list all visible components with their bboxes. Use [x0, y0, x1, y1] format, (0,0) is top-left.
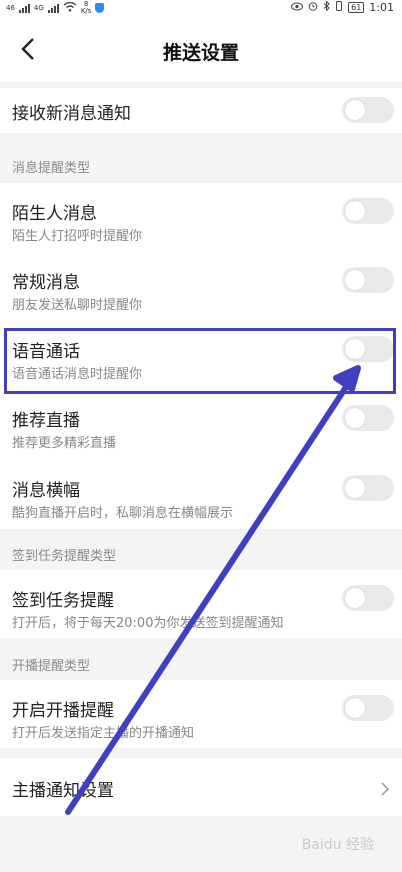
annotation-arrow — [65, 365, 361, 815]
watermark: Baidu 经验 — [301, 837, 374, 853]
